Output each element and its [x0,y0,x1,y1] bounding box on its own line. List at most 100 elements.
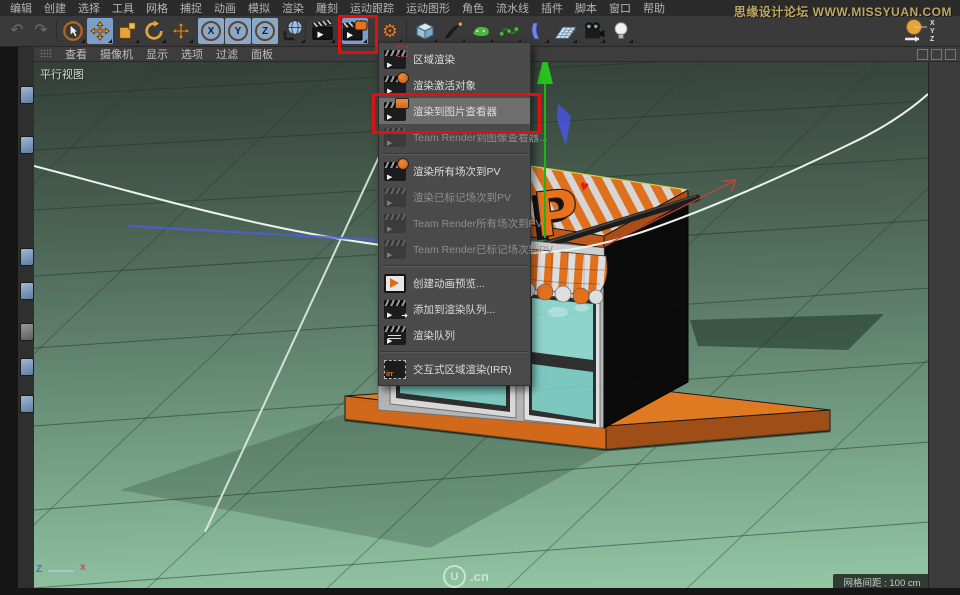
menu-create[interactable]: 创建 [44,0,66,16]
menu-item-create-animation-preview[interactable]: 创建动画预览... [379,270,530,296]
axis-widget-icon: X Y Z [903,18,941,44]
render-queue-icon [384,326,406,345]
grip-icon[interactable] [40,49,52,58]
menu-edit[interactable]: 编辑 [10,0,32,16]
render-settings-gear-icon: ⚙ [382,22,398,40]
ui-cn-watermark: U .cn [443,565,489,588]
live-selection-button[interactable] [60,18,86,44]
vp-menu-display[interactable]: 显示 [146,46,168,62]
subdivision-surface-button[interactable] [468,18,494,44]
menu-mesh[interactable]: 网格 [146,0,168,16]
polygons-mode-icon[interactable] [20,358,34,376]
menu-sculpt[interactable]: 雕刻 [316,0,338,16]
selection-arrow-icon [62,20,84,42]
menu-separator [379,262,530,270]
camera-object-button[interactable] [580,18,606,44]
menu-pipeline[interactable]: 流水线 [496,0,529,16]
render-active-icon [384,76,406,95]
add-render-queue-icon: ➜ [384,300,406,319]
menu-select[interactable]: 选择 [78,0,100,16]
world-axis-gizmo: Z x [36,560,126,582]
add-cube-button[interactable] [412,18,438,44]
y-axis-arrow [537,62,553,84]
menu-animate[interactable]: 动画 [214,0,236,16]
menu-render[interactable]: 渲染 [282,0,304,16]
mode-toolbar [18,46,35,588]
region-render-icon [384,50,406,69]
menu-item-render-active-objects[interactable]: 渲染激活对象 [379,72,530,98]
menu-item-add-to-render-queue[interactable]: ➜ 添加到渲染队列... [379,296,530,322]
rotate-tool-button[interactable] [141,18,167,44]
render-to-picture-viewer-button[interactable] [342,18,368,44]
lock-z-axis-button[interactable]: Z [252,18,278,44]
lock-x-axis-button[interactable]: X [198,18,224,44]
forum-watermark: 思缘设计论坛 WWW.MISSYUAN.COM [734,3,952,20]
scale-tool-button[interactable] [114,18,140,44]
menu-snap[interactable]: 捕捉 [180,0,202,16]
green-blob-icon [469,20,493,42]
pen-spline-button[interactable] [440,18,466,44]
menu-item-interactive-region-render[interactable]: irr 交互式区域渲染(IRR) [379,356,530,382]
menu-item-render-all-takes[interactable]: 渲染所有场次到PV [379,158,530,184]
team-render-marked-takes-icon [384,240,406,259]
svg-text:X: X [930,20,935,27]
model-mode-icon[interactable] [20,136,34,154]
move-tool-button[interactable] [87,18,113,44]
window-left-edge [0,46,18,595]
y-axis-icon: Y [228,21,248,41]
floor-grid-icon [553,20,578,42]
menu-motion-tracker[interactable]: 运动跟踪 [350,0,394,16]
last-tool-button[interactable] [168,18,194,44]
vp-menu-panel[interactable]: 面板 [251,46,273,62]
render-clapperboard-icon [311,20,335,42]
menu-window[interactable]: 窗口 [609,0,631,16]
menu-separator [379,150,530,158]
animation-preview-icon [384,274,406,293]
menu-item-render-marked-takes: 渲染已标记场次到PV [379,184,530,210]
globe-icon [281,19,305,43]
menu-plugins[interactable]: 插件 [541,0,563,16]
menu-separator [379,348,530,356]
render-settings-button[interactable]: ⚙ [377,18,403,44]
x-axis-icon: X [201,21,221,41]
shadow-right [690,314,884,350]
menu-script[interactable]: 脚本 [575,0,597,16]
bend-icon [526,20,548,42]
coordinate-system-button[interactable] [280,18,306,44]
viewport-corner-icons[interactable] [917,49,956,60]
menu-tools[interactable]: 工具 [112,0,134,16]
menu-help[interactable]: 帮助 [643,0,665,16]
menu-mograph[interactable]: 运动图形 [406,0,450,16]
axis-display-widget[interactable]: X Y Z [902,18,942,44]
vp-menu-view[interactable]: 查看 [65,46,87,62]
texture-mode-icon[interactable] [20,248,34,266]
menu-item-render-queue[interactable]: 渲染队列 [379,322,530,348]
vp-menu-options[interactable]: 选项 [181,46,203,62]
render-picture-viewer-icon [384,102,406,121]
lock-y-axis-button[interactable]: Y [225,18,251,44]
edges-mode-icon[interactable] [20,323,34,341]
cube-icon [413,19,437,43]
menu-item-render-to-picture-viewer[interactable]: 渲染到图片查看器 [379,98,530,124]
menu-item-region-render[interactable]: 区域渲染 [379,46,530,72]
make-editable-icon[interactable] [20,86,34,104]
menu-simulate[interactable]: 模拟 [248,0,270,16]
svg-text:Z: Z [930,36,935,43]
redo-button[interactable]: ↷ [28,18,54,44]
window-right-edge [928,62,960,588]
menu-character[interactable]: 角色 [462,0,484,16]
bend-deformer-button[interactable] [524,18,550,44]
vp-menu-filter[interactable]: 过滤 [216,46,238,62]
window-bottom-edge [0,588,960,595]
floor-object-button[interactable] [552,18,578,44]
move-small-icon [171,21,191,41]
points-mode-icon[interactable] [20,282,34,300]
team-render-icon [384,128,406,147]
render-view-button[interactable] [310,18,336,44]
vp-menu-cameras[interactable]: 摄像机 [100,46,133,62]
enable-axis-icon[interactable] [20,395,34,413]
light-object-button[interactable] [608,18,634,44]
undo-button[interactable]: ↶ [4,18,30,44]
spline-tools-button[interactable] [496,18,522,44]
rotate-icon [143,20,165,42]
